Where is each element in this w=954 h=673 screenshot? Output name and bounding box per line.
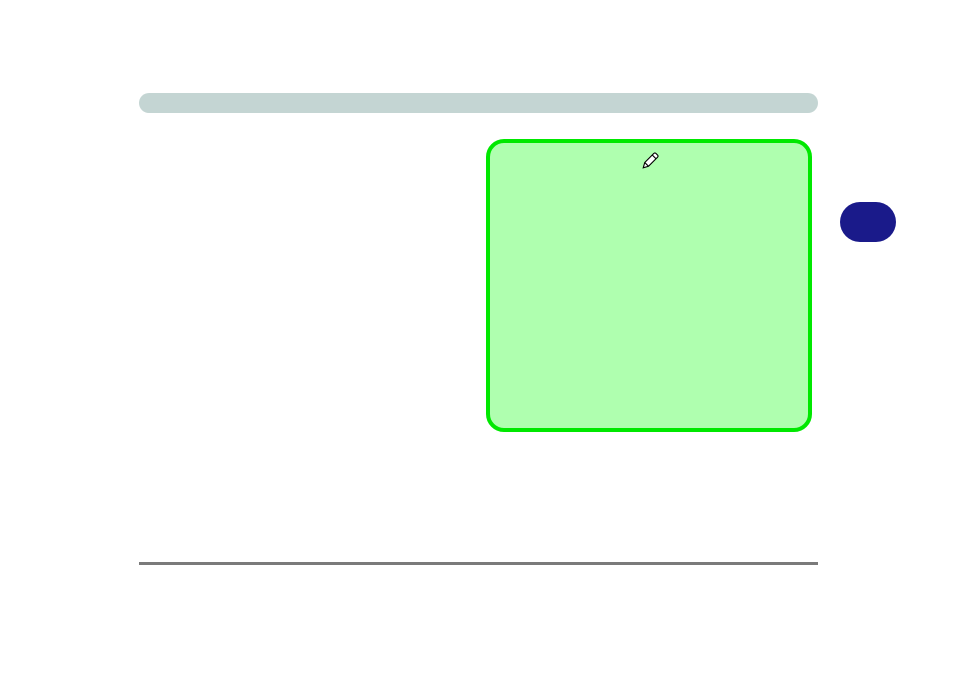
top-bar [139, 93, 818, 113]
action-button[interactable] [840, 202, 896, 242]
main-panel [486, 139, 812, 432]
pen-icon[interactable] [641, 152, 659, 170]
divider [139, 562, 818, 565]
